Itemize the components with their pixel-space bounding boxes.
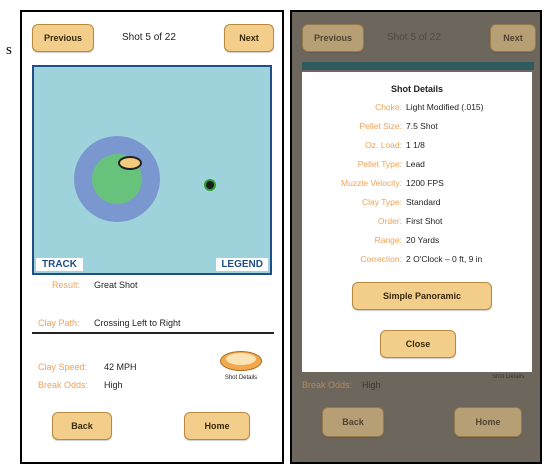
- home-button-dimmed: Home: [454, 407, 522, 437]
- clay-speed-label: Clay Speed:: [38, 362, 88, 372]
- detail-row-range: Range: 20 Yards: [302, 235, 532, 252]
- detail-value: Standard: [406, 197, 441, 207]
- shot-details-screen: Previous Shot 5 of 22 Next Shot Details …: [290, 10, 542, 464]
- clay-path-label: Clay Path:: [38, 318, 80, 328]
- detail-value: 2 O'Clock – 0 ft, 9 in: [406, 254, 483, 264]
- break-odds-label-dimmed: Break Odds:: [302, 380, 353, 390]
- clay-path-value[interactable]: Crossing Left to Right: [94, 318, 181, 328]
- simple-panoramic-button[interactable]: Simple Panoramic: [352, 282, 492, 310]
- field-edge-dimmed: [302, 62, 534, 70]
- detail-key: Oz. Load:: [365, 140, 402, 150]
- detail-row-pellet-size: Pellet Size: 7.5 Shot: [302, 121, 532, 138]
- detail-key: Muzzle Velocity:: [341, 178, 402, 188]
- shot-view-screen: Previous Shot 5 of 22 Next TRACK LEGEND …: [20, 10, 284, 464]
- shot-counter: Shot 5 of 22: [122, 32, 176, 43]
- shot-counter-dimmed: Shot 5 of 22: [387, 32, 441, 43]
- shot-details-label: Shot Details: [224, 375, 258, 381]
- clay-speed-value: 42 MPH: [104, 362, 137, 372]
- shot-details-label-dimmed: Shot Details: [492, 374, 525, 380]
- detail-key: Choke:: [375, 102, 402, 112]
- break-odds-value-dimmed: High: [362, 380, 381, 390]
- shot-pattern-field[interactable]: TRACK LEGEND: [32, 65, 272, 275]
- detail-value: 1200 FPS: [406, 178, 444, 188]
- stray-character: s: [6, 42, 12, 58]
- detail-value: 1 1/8: [406, 140, 425, 150]
- back-button-dimmed: Back: [322, 407, 384, 437]
- track-button[interactable]: TRACK: [36, 258, 83, 271]
- shot-details-button[interactable]: Shot Details: [218, 347, 264, 383]
- detail-value: Lead: [406, 159, 425, 169]
- detail-row-oz-load: Oz. Load: 1 1/8: [302, 140, 532, 157]
- detail-key: Correction:: [360, 254, 402, 264]
- legend-button[interactable]: LEGEND: [216, 258, 268, 271]
- detail-row-muzzle-velocity: Muzzle Velocity: 1200 FPS: [302, 178, 532, 195]
- detail-row-clay-type: Clay Type: Standard: [302, 197, 532, 214]
- divider: [32, 332, 274, 334]
- break-odds-label: Break Odds:: [38, 380, 89, 390]
- detail-row-correction: Correction: 2 O'Clock – 0 ft, 9 in: [302, 254, 532, 271]
- detail-value: 20 Yards: [406, 235, 440, 245]
- shot-details-dialog: Shot Details Choke: Light Modified (.015)…: [302, 72, 532, 372]
- clay-target-icon: [118, 156, 142, 170]
- previous-button[interactable]: Previous: [32, 24, 94, 52]
- detail-row-order: Order: First Shot: [302, 216, 532, 233]
- detail-row-pellet-type: Pellet Type: Lead: [302, 159, 532, 176]
- home-button[interactable]: Home: [184, 412, 250, 440]
- detail-key: Pellet Type:: [357, 159, 402, 169]
- clay-icon-highlight: [226, 353, 256, 365]
- detail-value: First Shot: [406, 216, 443, 226]
- result-label: Result:: [52, 280, 81, 290]
- detail-value: Light Modified (.015): [406, 102, 484, 112]
- dialog-title: Shot Details: [390, 84, 443, 94]
- back-button[interactable]: Back: [52, 412, 112, 440]
- next-button[interactable]: Next: [224, 24, 274, 52]
- close-button[interactable]: Close: [380, 330, 456, 358]
- previous-button-dimmed: Previous: [302, 24, 364, 52]
- break-odds-value: High: [104, 380, 123, 390]
- detail-value: 7.5 Shot: [406, 121, 438, 131]
- detail-row-choke: Choke: Light Modified (.015): [302, 102, 532, 119]
- detail-key: Pellet Size:: [359, 121, 402, 131]
- next-button-dimmed: Next: [490, 24, 536, 52]
- result-value: Great Shot: [94, 280, 138, 290]
- detail-key: Clay Type:: [361, 197, 402, 207]
- shot-marker-icon: [204, 179, 216, 191]
- detail-key: Order:: [377, 216, 402, 226]
- detail-key: Range:: [374, 235, 402, 245]
